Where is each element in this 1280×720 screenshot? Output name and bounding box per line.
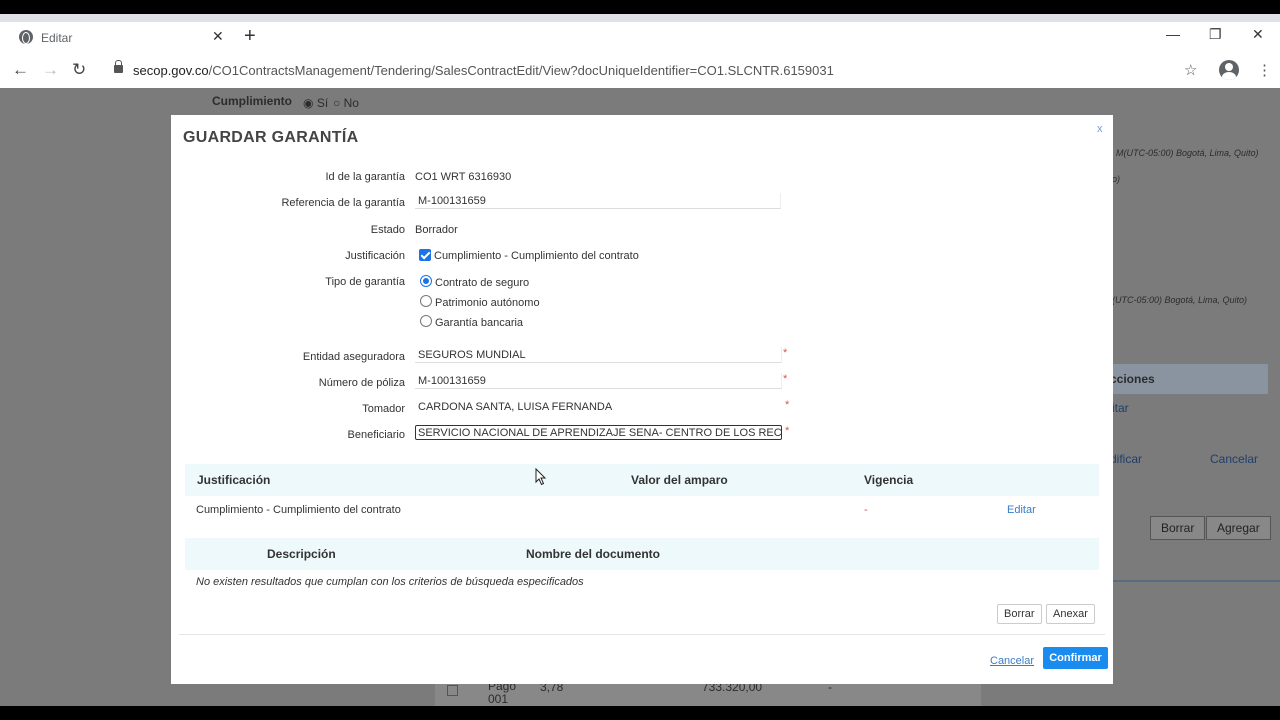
field-poliza: Número de póliza M-100131659 * xyxy=(179,373,1105,393)
referencia-input[interactable]: M-100131659 xyxy=(415,193,781,209)
bg-agregar-button[interactable]: Agregar xyxy=(1206,516,1271,540)
tipo-radio-contrato[interactable] xyxy=(420,275,432,287)
bg-acciones-panel: cciones xyxy=(1100,364,1268,394)
bg-no-label: No xyxy=(343,96,359,110)
field-referencia: Referencia de la garantía M-100131659 xyxy=(179,193,1105,213)
documentos-empty-message: No existen resultados que cumplan con lo… xyxy=(196,576,584,588)
modal-title: GUARDAR GARANTÍA xyxy=(183,129,359,146)
referencia-label: Referencia de la garantía xyxy=(281,197,405,209)
documentos-table-header: Descripción Nombre del documento xyxy=(185,538,1099,570)
screen-bottom-bar xyxy=(0,706,1280,720)
screen-top-bar xyxy=(0,0,1280,14)
restore-icon[interactable]: ❐ xyxy=(1209,26,1222,43)
back-icon[interactable]: ← xyxy=(12,60,29,80)
mouse-cursor-icon xyxy=(535,468,547,486)
tomador-label: Tomador xyxy=(362,403,405,415)
forward-icon[interactable]: → xyxy=(42,60,59,80)
col-descripcion: Descripción xyxy=(267,547,336,561)
lock-icon xyxy=(114,60,123,73)
entidad-required-mark: * xyxy=(783,347,788,359)
justificacion-label: Justificación xyxy=(345,250,405,262)
justificacion-option-label: Cumplimiento - Cumplimiento del contrato xyxy=(434,250,639,262)
poliza-input[interactable]: M-100131659 xyxy=(415,373,782,389)
bg-divider xyxy=(1112,580,1280,582)
bg-cancelar-link[interactable]: Cancelar xyxy=(1210,452,1258,466)
bg-timezone-2: (UTC-05:00) Bogotá, Lima, Quito) xyxy=(1112,295,1248,305)
justificacion-checkbox[interactable] xyxy=(419,249,431,261)
id-label: Id de la garantía xyxy=(325,171,405,183)
col-vigencia: Vigencia xyxy=(864,473,914,487)
estado-value: Borrador xyxy=(415,224,458,236)
bg-borrar-button[interactable]: Borrar xyxy=(1150,516,1206,540)
poliza-required-mark: * xyxy=(783,373,788,385)
col-justificacion: Justificación xyxy=(197,473,271,487)
field-estado: Estado Borrador xyxy=(179,220,1105,240)
guardar-garantia-modal: GUARDAR GARANTÍA x Id de la garantía CO1… xyxy=(171,115,1113,684)
bg-editar-link[interactable]: itar xyxy=(1112,401,1129,415)
beneficiario-input[interactable]: SERVICIO NACIONAL DE APRENDIZAJE SENA- C… xyxy=(415,425,782,440)
col-valor-amparo: Valor del amparo xyxy=(631,473,728,487)
confirmar-button[interactable]: Confirmar xyxy=(1043,647,1108,669)
bg-si-label: Sí xyxy=(316,96,329,110)
bg-acciones-header: cciones xyxy=(1110,372,1155,386)
window-close-icon[interactable]: ✕ xyxy=(1252,26,1264,43)
browser-chrome: Editar ✕ + — ❐ ✕ ← → ↻ secop.gov.co/CO1C… xyxy=(0,14,1280,88)
row-justificacion: Cumplimiento - Cumplimiento del contrato xyxy=(196,504,401,516)
tab-title: Editar xyxy=(41,31,73,45)
tomador-required-mark: * xyxy=(785,399,790,411)
borrar-button[interactable]: Borrar xyxy=(997,604,1042,624)
tab-strip xyxy=(0,14,1280,22)
tomador-input[interactable]: CARDONA SANTA, LUISA FERNANDA xyxy=(415,399,782,415)
anexar-button[interactable]: Anexar xyxy=(1046,604,1095,624)
menu-kebab-icon[interactable]: ⋮ xyxy=(1257,61,1272,79)
tipo-option-patrimonio: Patrimonio autónomo xyxy=(435,297,540,309)
bg-si-radio[interactable]: ◉ Sí xyxy=(303,96,328,110)
col-nombre-documento: Nombre del documento xyxy=(526,547,661,561)
beneficiario-label: Beneficiario xyxy=(347,429,405,441)
bg-cumplimiento-label: Cumplimiento xyxy=(212,94,292,108)
modal-close-icon[interactable]: x xyxy=(1097,123,1103,135)
table-row: Cumplimiento - Cumplimiento del contrato… xyxy=(185,496,1099,524)
field-justificacion: Justificación Cumplimiento - Cumplimient… xyxy=(179,246,1105,266)
beneficiario-required-mark: * xyxy=(785,425,790,437)
cancelar-link[interactable]: Cancelar xyxy=(990,655,1034,667)
url-path: /CO1ContractsManagement/Tendering/SalesC… xyxy=(208,63,834,78)
tipo-option-bancaria: Garantía bancaria xyxy=(435,317,524,329)
amparos-table-header: Justificación Valor del amparo Vigencia xyxy=(185,464,1099,496)
tipo-option-contrato: Contrato de seguro xyxy=(435,277,530,289)
minimize-icon[interactable]: — xyxy=(1166,26,1180,42)
profile-avatar-icon[interactable] xyxy=(1219,60,1239,80)
bg-no-radio[interactable]: ○ No xyxy=(333,96,359,110)
field-entidad: Entidad aseguradora SEGUROS MUNDIAL * xyxy=(179,347,1105,367)
bg-row-checkbox[interactable] xyxy=(447,685,458,696)
reload-icon[interactable]: ↻ xyxy=(72,60,86,80)
tipo-label: Tipo de garantía xyxy=(325,276,405,288)
field-id: Id de la garantía CO1 WRT 6316930 xyxy=(179,167,1105,187)
field-tomador: Tomador CARDONA SANTA, LUISA FERNANDA * xyxy=(179,399,1105,419)
modal-body: Id de la garantía CO1 WRT 6316930 Refere… xyxy=(179,161,1105,637)
bg-timezone-1: M(UTC-05:00) Bogotá, Lima, Quito) xyxy=(1116,148,1259,158)
field-beneficiario: Beneficiario SERVICIO NACIONAL DE APREND… xyxy=(179,425,1105,445)
field-tipo-garantia: Tipo de garantía Contrato de seguro Patr… xyxy=(179,272,1105,336)
bg-modificar-link[interactable]: dificar xyxy=(1110,452,1142,466)
bg-snippet: o) xyxy=(1112,174,1121,184)
footer-divider xyxy=(179,634,1105,635)
browser-toolbar: ← → ↻ secop.gov.co/CO1ContractsManagemen… xyxy=(0,54,1280,88)
url-domain: secop.gov.co xyxy=(133,63,209,78)
tipo-radio-patrimonio[interactable] xyxy=(420,295,432,307)
entidad-input[interactable]: SEGUROS MUNDIAL xyxy=(415,347,782,363)
poliza-label: Número de póliza xyxy=(318,377,405,389)
entidad-label: Entidad aseguradora xyxy=(302,351,405,363)
row-editar-link[interactable]: Editar xyxy=(1007,504,1036,516)
tipo-radio-bancaria[interactable] xyxy=(420,315,432,327)
row-vigencia: - xyxy=(864,504,868,516)
globe-icon xyxy=(19,30,33,44)
estado-label: Estado xyxy=(370,224,405,236)
new-tab-icon[interactable]: + xyxy=(244,26,256,46)
browser-tab[interactable]: Editar ✕ xyxy=(8,22,232,52)
bookmark-star-icon[interactable]: ☆ xyxy=(1184,61,1197,79)
tab-close-icon[interactable]: ✕ xyxy=(212,28,224,45)
address-bar[interactable]: secop.gov.co/CO1ContractsManagement/Tend… xyxy=(133,63,834,78)
id-value: CO1 WRT 6316930 xyxy=(415,171,512,183)
